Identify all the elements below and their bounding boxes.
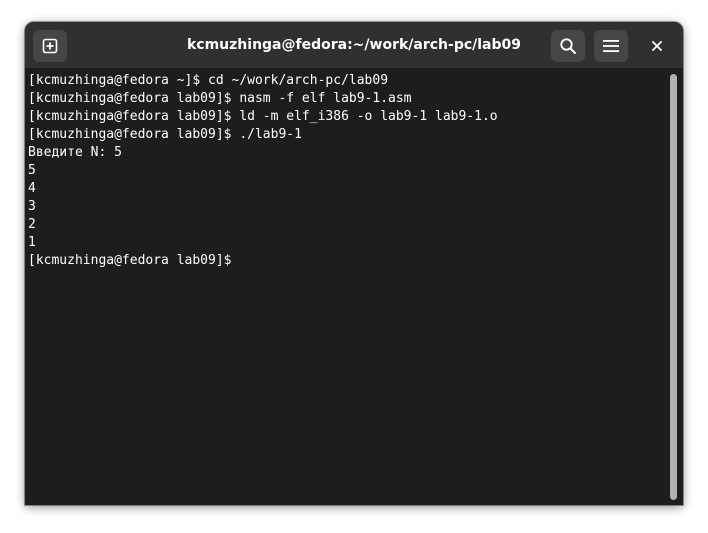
terminal-line: Введите N: 5 <box>28 145 122 160</box>
terminal-line: [kcmuzhinga@fedora ~]$ cd ~/work/arch-pc… <box>28 73 389 88</box>
hamburger-menu-icon <box>603 40 619 52</box>
terminal-line: 4 <box>28 181 36 196</box>
terminal-line: 1 <box>28 235 36 250</box>
terminal-line: [kcmuzhinga@fedora lab09]$ ld -m elf_i38… <box>28 109 498 124</box>
main-menu-button[interactable] <box>594 30 628 62</box>
vertical-scrollbar[interactable] <box>668 74 678 500</box>
new-tab-icon <box>42 38 58 54</box>
new-tab-button[interactable] <box>33 30 67 62</box>
terminal-line: 5 <box>28 163 36 178</box>
terminal-window: kcmuzhinga@fedora:~/work/arch-pc/lab09 [… <box>25 22 683 505</box>
close-icon <box>652 41 662 51</box>
window-title: kcmuzhinga@fedora:~/work/arch-pc/lab09 <box>186 37 522 53</box>
search-icon <box>560 38 576 54</box>
terminal-line: 3 <box>28 199 36 214</box>
terminal-line: [kcmuzhinga@fedora lab09]$ nasm -f elf l… <box>28 91 412 106</box>
close-button[interactable] <box>645 34 669 58</box>
terminal-line: 2 <box>28 217 36 232</box>
scrollbar-thumb[interactable] <box>670 74 677 500</box>
terminal-output[interactable]: [kcmuzhinga@fedora ~]$ cd ~/work/arch-pc… <box>25 70 669 505</box>
search-button[interactable] <box>551 30 585 62</box>
headerbar: kcmuzhinga@fedora:~/work/arch-pc/lab09 <box>25 22 683 69</box>
terminal-prompt-line: [kcmuzhinga@fedora lab09]$ <box>28 253 240 268</box>
terminal-line: [kcmuzhinga@fedora lab09]$ ./lab9-1 <box>28 127 302 142</box>
